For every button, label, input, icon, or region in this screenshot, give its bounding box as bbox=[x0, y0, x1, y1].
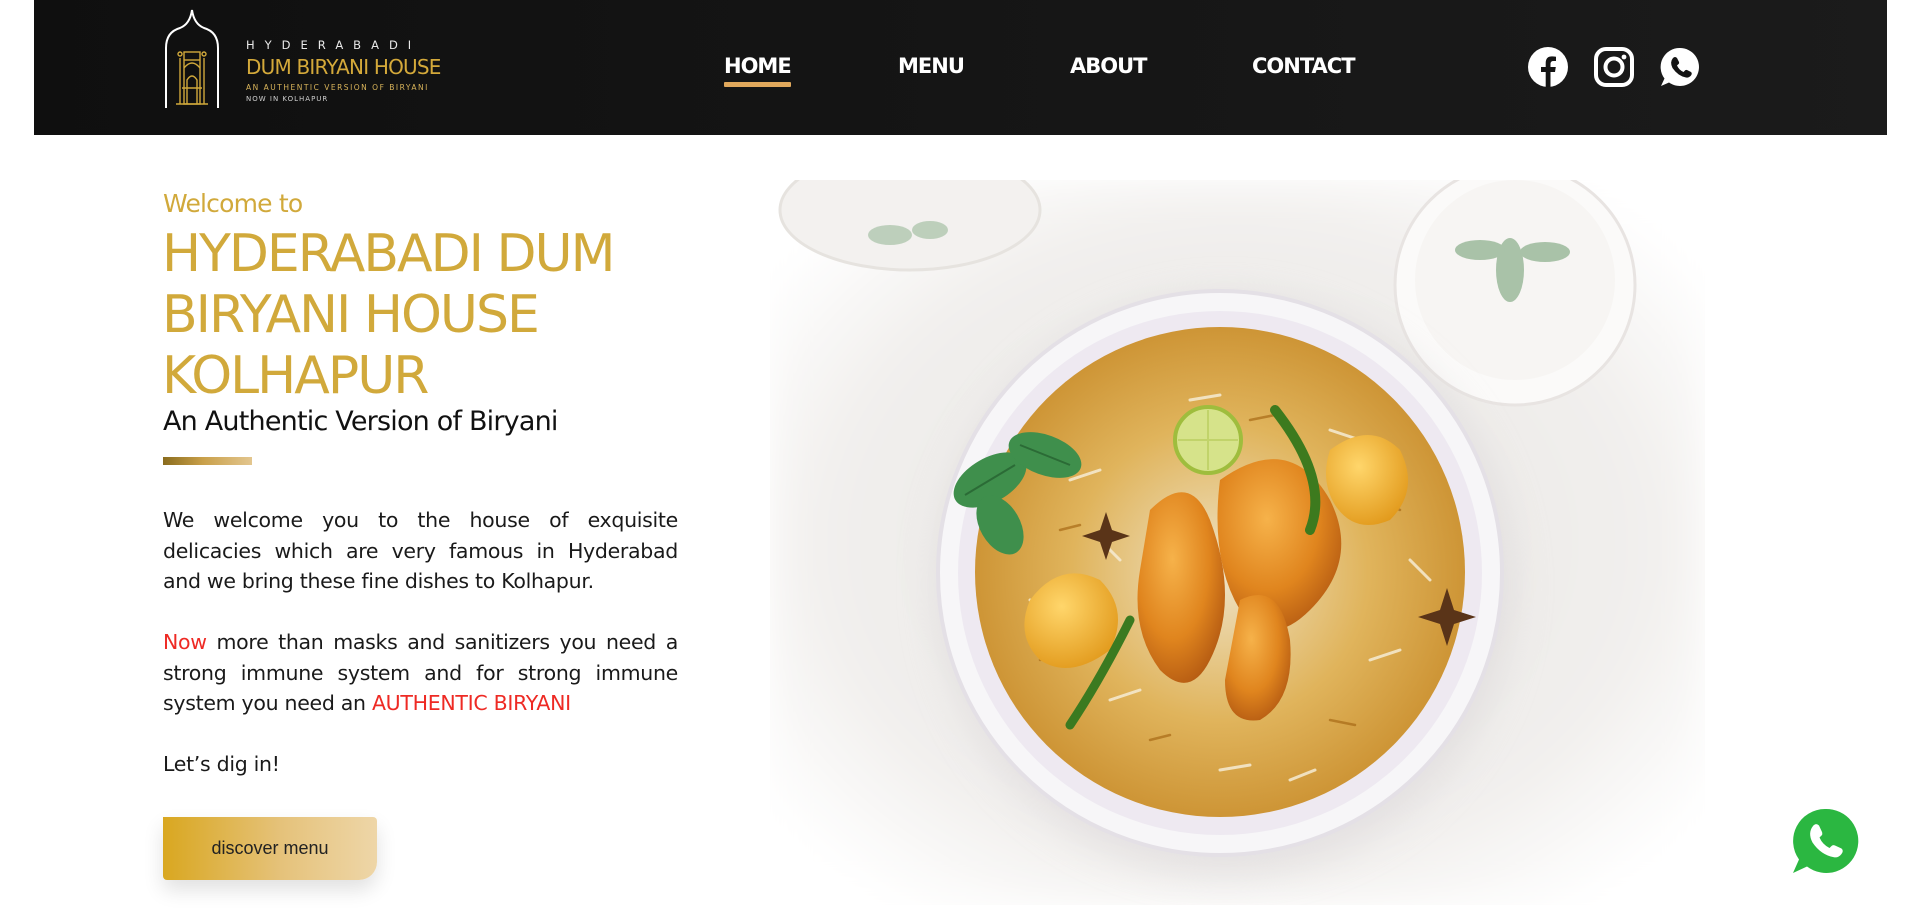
facebook-icon[interactable] bbox=[1527, 46, 1569, 88]
immunity-paragraph: Now more than masks and sanitizers you n… bbox=[163, 627, 678, 719]
title-line-2: BIRYANI HOUSE bbox=[162, 285, 540, 345]
dig-in-text: Let’s dig in! bbox=[163, 752, 280, 776]
intro-paragraph: We welcome you to the house of exquisite… bbox=[163, 508, 678, 593]
highlight-now: Now bbox=[163, 630, 207, 654]
instagram-icon[interactable] bbox=[1593, 46, 1635, 88]
gold-divider bbox=[163, 457, 252, 465]
brand-logo[interactable]: HYDERABADI DUM BIRYANI HOUSE AN AUTHENTI… bbox=[162, 8, 462, 112]
welcome-text: Welcome to bbox=[163, 189, 303, 218]
nav-home[interactable]: HOME bbox=[724, 54, 792, 87]
nav-about[interactable]: ABOUT bbox=[1070, 54, 1147, 78]
nav-contact[interactable]: CONTACT bbox=[1252, 54, 1356, 78]
brand-location: NOW IN KOLHAPUR bbox=[246, 95, 329, 103]
brand-line-1: HYDERABADI bbox=[246, 38, 422, 52]
whatsapp-icon[interactable] bbox=[1659, 46, 1701, 88]
discover-menu-button[interactable]: discover menu bbox=[163, 817, 377, 880]
page-title: HYDERABADI DUM BIRYANI HOUSE KOLHAPUR bbox=[162, 224, 722, 407]
whatsapp-float-icon[interactable] bbox=[1791, 807, 1859, 875]
charminar-logo-icon bbox=[165, 9, 219, 108]
site-header: HYDERABADI DUM BIRYANI HOUSE AN AUTHENTI… bbox=[34, 0, 1887, 135]
brand-line-2: DUM BIRYANI HOUSE bbox=[246, 55, 441, 79]
brand-tagline: AN AUTHENTIC VERSION OF BIRYANI bbox=[246, 83, 429, 92]
title-line-1: HYDERABADI DUM bbox=[162, 224, 615, 284]
highlight-authentic-biryani: AUTHENTIC BIRYANI bbox=[371, 691, 571, 715]
subtitle: An Authentic Version of Biryani bbox=[163, 406, 558, 437]
brand-wordmark: HYDERABADI DUM BIRYANI HOUSE AN AUTHENTI… bbox=[246, 38, 441, 103]
nav-menu[interactable]: MENU bbox=[898, 54, 965, 78]
title-line-3: KOLHAPUR bbox=[162, 346, 429, 406]
biryani-bowl-image bbox=[770, 180, 1705, 905]
